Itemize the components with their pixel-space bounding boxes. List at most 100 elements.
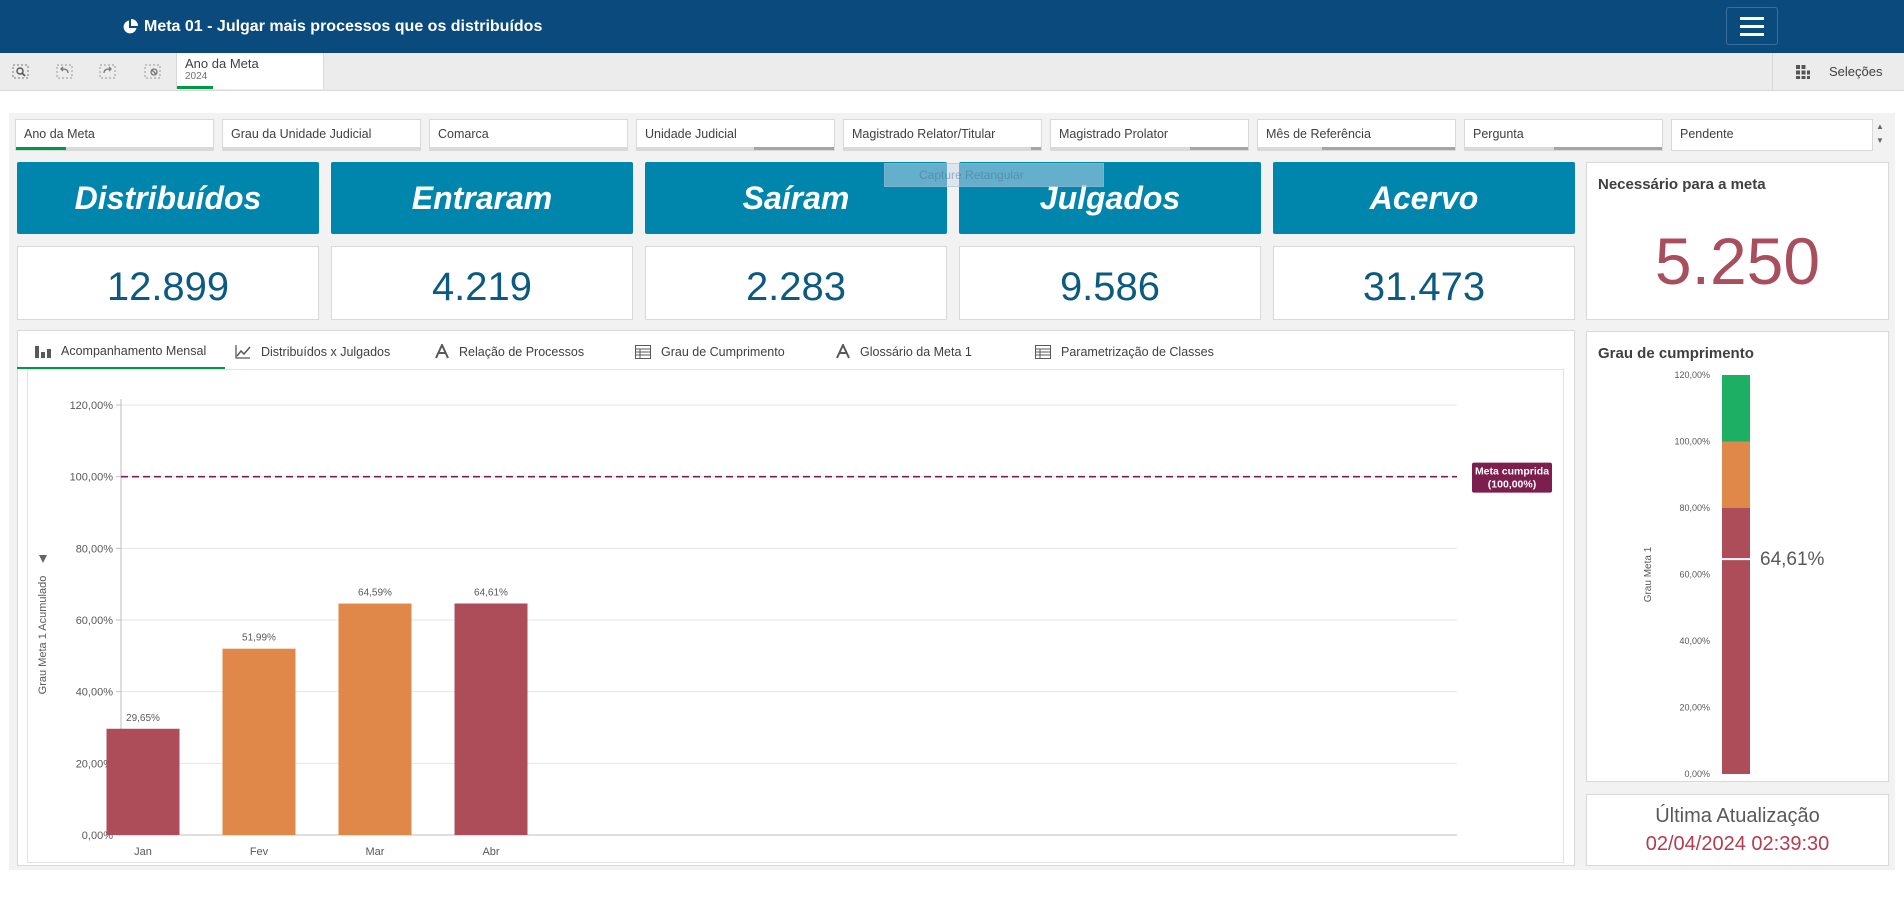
bar-chart-icon: [35, 346, 51, 358]
drag-ghost-overlay: Capture Retangular: [884, 163, 1104, 187]
gauge-band: [1722, 441, 1750, 508]
gauge-tick-label: 80,00%: [1679, 503, 1710, 513]
bar-abr[interactable]: [454, 603, 528, 835]
bar-jan[interactable]: [106, 728, 180, 835]
monthly-progress-chart: 0,00%20,00%40,00%60,00%80,00%100,00%120,…: [37, 399, 1552, 858]
kpi-value-entraram: 4.219: [331, 246, 633, 320]
tab-distribuidos-x-julgados[interactable]: Distribuídos x Julgados: [235, 334, 390, 369]
y-tick-label: 120,00%: [70, 400, 114, 412]
tab-acompanhamento-mensal[interactable]: Acompanhamento Mensal: [17, 334, 225, 369]
kpi-value: 12.899: [106, 264, 230, 309]
selection-chip-value: 2024: [185, 71, 208, 82]
clear-selections-button[interactable]: [143, 62, 163, 82]
tab-grau-cumprimento[interactable]: Grau de Cumprimento: [635, 334, 785, 369]
hamburger-menu-button[interactable]: [1726, 7, 1778, 45]
gauge-tick-label: 60,00%: [1679, 570, 1710, 580]
bar-mar[interactable]: [338, 603, 412, 835]
drag-ghost-label: Capture Retangular: [919, 168, 1024, 182]
selection-bar: Ano da Meta 2024 Seleções: [0, 53, 1904, 91]
gauge-tick-label: 120,00%: [1674, 370, 1710, 380]
selection-chip-ano-da-meta[interactable]: Ano da Meta 2024: [176, 53, 324, 89]
ultima-atualizacao-panel: Última Atualização 02/04/2024 02:39:30: [1586, 794, 1889, 866]
kpi-header-entraram: Entraram: [331, 162, 633, 234]
gauge-tick-label: 40,00%: [1679, 636, 1710, 646]
step-back-icon: [56, 64, 73, 79]
y-tick-label: 100,00%: [70, 472, 114, 484]
kpi-value-acervo: 31.473: [1273, 246, 1575, 320]
kpi-label: Distribuídos: [74, 179, 262, 216]
filter-label: Mês de Referência: [1266, 127, 1371, 141]
filter-label: Grau da Unidade Judicial: [231, 127, 372, 141]
filter-excluded-indicator: [1031, 147, 1041, 150]
selection-chip-label: Ano da Meta: [185, 56, 259, 71]
filter-track: [430, 147, 627, 150]
meta-label-line1: Meta cumprida: [1475, 466, 1549, 478]
step-forward-button[interactable]: [98, 62, 118, 82]
tab-parametrizacao-classes[interactable]: Parametrização de Classes: [1035, 334, 1214, 369]
selections-button[interactable]: Seleções: [1772, 53, 1904, 90]
meta-label-line2: (100,00%): [1488, 479, 1536, 491]
filter-excluded-indicator: [754, 147, 834, 150]
filter-comarca[interactable]: Comarca: [429, 119, 628, 151]
kpi-label: Saíram: [742, 179, 850, 216]
y-tick-label: 40,00%: [76, 687, 114, 699]
filter-track: [844, 147, 1041, 150]
tab-label: Relação de Processos: [459, 344, 585, 359]
menu-icon: [1740, 24, 1764, 28]
tab-label: Grau de Cumprimento: [661, 344, 785, 359]
filter-mes-referencia[interactable]: Mês de Referência: [1257, 119, 1456, 151]
table-icon: [635, 344, 651, 359]
x-tick-label: Abr: [482, 846, 499, 858]
filter-label: Magistrado Prolator: [1059, 127, 1169, 141]
filter-magistrado-relator[interactable]: Magistrado Relator/Titular: [843, 119, 1042, 151]
bar-fev[interactable]: [222, 648, 296, 835]
axis-expand-icon[interactable]: [39, 555, 47, 563]
step-forward-icon: [99, 64, 116, 79]
tab-label: Glossário da Meta 1: [860, 344, 972, 359]
filter-label: Pergunta: [1473, 127, 1524, 141]
kpi-value-distribuidos: 12.899: [17, 246, 319, 320]
app-title-text: Meta 01 - Julgar mais processos que os d…: [144, 17, 543, 35]
filter-label: Ano da Meta: [24, 127, 95, 141]
smart-search-button[interactable]: [11, 62, 31, 82]
text-a-icon: [836, 344, 850, 359]
search-selection-icon: [12, 64, 29, 79]
bar-value-label: 64,59%: [358, 588, 392, 599]
clear-selections-icon: [144, 64, 161, 79]
filter-unidade-judicial[interactable]: Unidade Judicial: [636, 119, 835, 151]
tab-label: Distribuídos x Julgados: [261, 344, 391, 359]
ultima-atualizacao-value: 02/04/2024 02:39:30: [1645, 833, 1830, 855]
filter-ano-da-meta[interactable]: Ano da Meta: [15, 119, 214, 151]
step-back-button[interactable]: [55, 62, 75, 82]
text-a-icon: [435, 344, 449, 359]
kpi-header-distribuidos: Distribuídos: [17, 162, 319, 234]
bar-value-label: 29,65%: [126, 713, 160, 724]
gauge-tick-label: 100,00%: [1674, 437, 1710, 447]
filter-scroll-arrows[interactable]: ▲ ▼: [1875, 120, 1885, 150]
filter-pendente[interactable]: Pendente: [1671, 119, 1873, 151]
kpi-value: 9.586: [1059, 264, 1161, 309]
y-tick-label: 60,00%: [76, 615, 114, 627]
gauge-tick-label: 0,00%: [1684, 769, 1710, 779]
filter-excluded-indicator: [1190, 147, 1248, 150]
grau-cumprimento-gauge: 0,00% 20,00% 40,00% 60,00% 80,00% 100,00% 120,…: [1643, 370, 1825, 779]
kpi-label: Entraram: [411, 179, 553, 216]
table-icon: [1035, 344, 1051, 359]
ultima-atualizacao-title: Última Atualização: [1655, 805, 1820, 827]
kpi-value-julgados: 9.586: [959, 246, 1261, 320]
scroll-down-icon[interactable]: ▼: [1875, 134, 1885, 148]
app-title: Meta 01 - Julgar mais processos que os d…: [122, 0, 542, 53]
necessario-title: Necessário para a meta: [1598, 176, 1766, 193]
filter-pergunta[interactable]: Pergunta: [1464, 119, 1663, 151]
filter-label: Unidade Judicial: [645, 127, 737, 141]
tab-label: Acompanhamento Mensal: [61, 343, 207, 358]
filter-magistrado-prolator[interactable]: Magistrado Prolator: [1050, 119, 1249, 151]
gauge-y-axis-title: Grau Meta 1: [1643, 546, 1654, 602]
scroll-up-icon[interactable]: ▲: [1875, 120, 1885, 134]
tab-glossario-meta-1[interactable]: Glossário da Meta 1: [836, 334, 972, 369]
tab-bar: Acompanhamento Mensal Distribuídos x Jul…: [17, 334, 1575, 369]
filter-grau-unidade-judicial[interactable]: Grau da Unidade Judicial: [222, 119, 421, 151]
gauge-band: [1722, 375, 1750, 442]
tab-relacao-processos[interactable]: Relação de Processos: [435, 334, 584, 369]
filter-label: Comarca: [438, 127, 489, 141]
